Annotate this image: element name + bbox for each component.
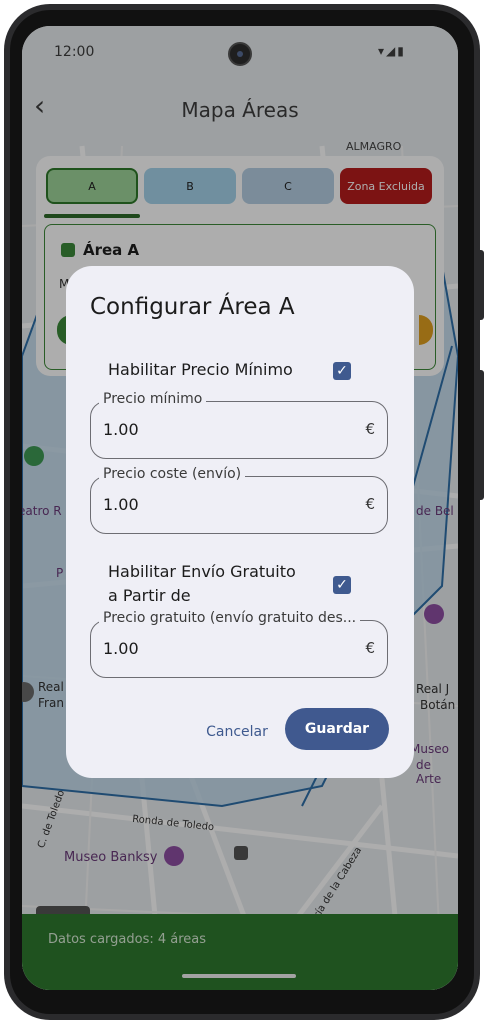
status-time: 12:00	[54, 44, 95, 60]
configure-area-dialog: Configurar Área A Habilitar Precio Mínim…	[66, 266, 414, 778]
page-title: Mapa Áreas	[181, 98, 299, 122]
free-shipping-checkbox[interactable]: ✓	[333, 576, 351, 594]
status-icons: ▾◢▮	[378, 44, 406, 58]
volume-button	[478, 370, 484, 500]
shipping-cost-field-label: Precio coste (envío)	[99, 466, 246, 482]
screen: ALMAGRO eatro R Real Fran Real J Botán M…	[22, 26, 458, 990]
euro-suffix: €	[365, 495, 375, 513]
euro-suffix: €	[365, 420, 375, 438]
save-button[interactable]: Guardar	[285, 708, 389, 750]
power-button	[478, 250, 484, 320]
dialog-title: Configurar Área A	[90, 294, 295, 320]
free-shipping-checkbox-label: Habilitar Envío Gratuito a Partir de	[108, 562, 296, 605]
shipping-cost-input[interactable]: 1.00	[103, 495, 139, 514]
camera-cutout	[228, 42, 252, 66]
free-shipping-input[interactable]: 1.00	[103, 639, 139, 658]
min-price-field[interactable]: Precio mínimo 1.00 €	[90, 391, 388, 459]
min-price-checkbox-label: Habilitar Precio Mínimo	[108, 360, 293, 379]
euro-suffix: €	[365, 639, 375, 657]
cancel-button[interactable]: Cancelar	[190, 714, 284, 750]
min-price-field-label: Precio mínimo	[99, 391, 207, 407]
free-shipping-threshold-field[interactable]: Precio gratuito (envío gratuito des... 1…	[90, 610, 388, 678]
shipping-cost-field[interactable]: Precio coste (envío) 1.00 €	[90, 466, 388, 534]
free-shipping-field-label: Precio gratuito (envío gratuito des...	[99, 610, 361, 626]
min-price-input[interactable]: 1.00	[103, 420, 139, 439]
min-price-checkbox[interactable]: ✓	[333, 362, 351, 380]
